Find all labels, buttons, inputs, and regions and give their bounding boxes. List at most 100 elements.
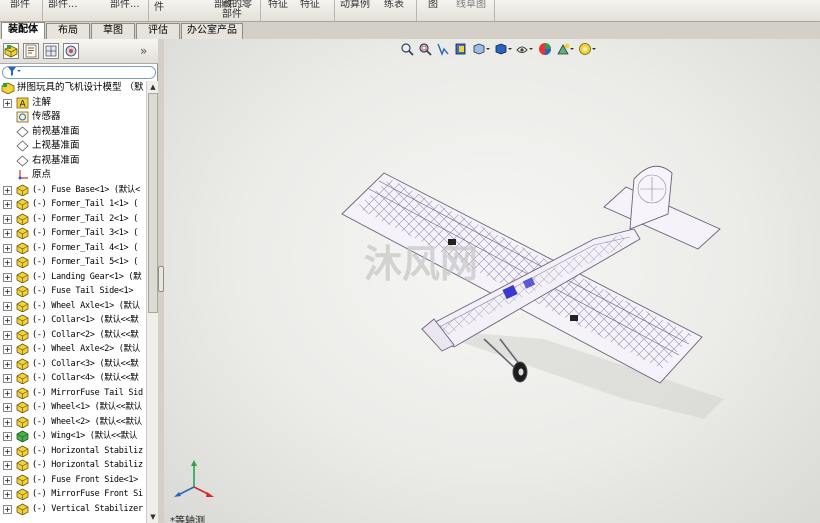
tree-item[interactable]: + A 注解	[0, 96, 146, 111]
tree-item[interactable]: + (-) Wheel Axle<1> (默认	[0, 299, 146, 314]
tree-item[interactable]: + (-) Former_Tail 3<1> (	[0, 226, 146, 241]
tab-evaluate[interactable]: 评估	[136, 23, 180, 39]
assembly-icon	[1, 82, 15, 95]
tree-item[interactable]: + (-) Wing<1> (默认<<默认	[0, 429, 146, 444]
expand-icon[interactable]: +	[3, 301, 12, 311]
tree-item[interactable]: + (-) Collar<2> (默认<<默	[0, 328, 146, 343]
display-manager-tab-icon[interactable]	[63, 43, 79, 59]
tree-item-label: (-) Collar<3> (默认<<默	[32, 358, 139, 369]
scroll-thumb[interactable]	[148, 93, 158, 313]
part-icon	[16, 343, 29, 356]
tree-item-label: (-) Wheel Axle<1> (默认	[32, 300, 140, 311]
expand-icon[interactable]: +	[3, 214, 12, 224]
tree-item-label: (-) Former_Tail 1<1> (	[32, 199, 138, 209]
cmd-item-exploded-view[interactable]: 图	[428, 0, 438, 22]
scroll-down-arrow-icon[interactable]: ▼	[148, 512, 158, 522]
expand-icon[interactable]: +	[3, 461, 12, 470]
tree-root[interactable]: 拼图玩具的飞机设计模型 （默	[0, 81, 146, 96]
tree-item[interactable]: + (-) Landing Gear<1> (默	[0, 270, 146, 285]
expand-icon[interactable]: +	[3, 185, 12, 195]
cmd-item[interactable]: 部件...	[48, 0, 78, 22]
part-icon	[16, 314, 29, 327]
plane-icon	[16, 140, 29, 152]
tree-item-label: (-) Former_Tail 4<1> (	[32, 242, 138, 253]
tree-item[interactable]: + (-) Former_Tail 4<1> (	[0, 241, 146, 256]
expand-icon[interactable]: +	[3, 374, 12, 383]
scroll-up-arrow-icon[interactable]: ▲	[148, 82, 158, 92]
expand-icon[interactable]: +	[3, 229, 12, 238]
cmd-item-hidden-parts[interactable]: 藏的零部件	[222, 0, 256, 22]
part-icon	[16, 474, 29, 486]
tree-item-label: (-) Collar<4> (默认<<默	[32, 373, 139, 383]
expand-icon[interactable]: +	[3, 98, 12, 108]
cmd-item[interactable]: 部件...	[110, 0, 140, 22]
cmd-item[interactable]: 部件	[10, 0, 30, 22]
tree-item[interactable]: + (-) Former_Tail 2<1> (	[0, 212, 146, 227]
feature-manager-tab-icon[interactable]	[3, 43, 19, 59]
separator	[416, 0, 417, 21]
expand-icon[interactable]: +	[3, 432, 12, 441]
tree-item[interactable]: + (-) Fuse Front Side<1>	[0, 473, 146, 488]
expand-icon[interactable]: +	[3, 417, 12, 427]
tree-item[interactable]: 上视基准面	[0, 139, 146, 154]
expand-icon[interactable]: +	[3, 316, 12, 325]
tree-item[interactable]: + (-) MirrorFuse Front Si	[0, 487, 146, 502]
tab-assembly[interactable]: 装配体	[1, 22, 45, 39]
tree-item[interactable]: + (-) Wheel<2> (默认<<默认	[0, 415, 146, 430]
expand-icon[interactable]: +	[3, 345, 12, 354]
tree-vertical-scrollbar[interactable]: ▲ ▼	[146, 81, 158, 523]
cmd-item-explode-line-sketch[interactable]: 线草图	[456, 0, 486, 22]
tree-item[interactable]: + (-) Fuse Base<1> (默认<	[0, 183, 146, 198]
tree-item[interactable]: + (-) Fuse Tail Side<1>	[0, 284, 146, 299]
expand-icon[interactable]: +	[3, 490, 12, 499]
part-icon	[16, 445, 29, 457]
property-manager-tab-icon[interactable]	[23, 43, 39, 59]
command-manager: 部件 部件... 部件... 件 部件... 藏的零部件 特征 特征 动算例 练…	[0, 0, 820, 22]
expand-icon[interactable]: +	[3, 504, 12, 514]
tree-item[interactable]: + (-) Former_Tail 1<1> (	[0, 197, 146, 212]
cmd-item-motion-study[interactable]: 动算例	[340, 0, 370, 22]
tree-item-label: (-) Horizontal Stabiliz	[32, 445, 143, 456]
tree-item[interactable]: + (-) Wheel Axle<2> (默认	[0, 342, 146, 357]
cmd-item[interactable]: 特征	[268, 0, 288, 22]
tab-office-products[interactable]: 办公室产品	[181, 23, 243, 39]
feature-filter-input[interactable]	[2, 66, 156, 79]
expand-icon[interactable]: +	[3, 200, 12, 209]
collapse-panel-button[interactable]: »	[140, 44, 147, 58]
expand-icon[interactable]: +	[3, 475, 12, 485]
tree-item[interactable]: + (-) Vertical Stabilizer	[0, 502, 146, 517]
tree-item[interactable]: 原点	[0, 168, 146, 183]
tree-item[interactable]: + (-) Wheel<1> (默认<<默认	[0, 400, 146, 415]
tree-item[interactable]: + (-) Horizontal Stabiliz	[0, 444, 146, 459]
tree-item[interactable]: + (-) MirrorFuse Tail Sid	[0, 386, 146, 401]
filter-icon[interactable]	[7, 66, 21, 80]
part-icon	[16, 401, 29, 414]
expand-icon[interactable]: +	[3, 403, 12, 412]
tree-item[interactable]: + (-) Collar<3> (默认<<默	[0, 357, 146, 372]
expand-icon[interactable]: +	[3, 359, 12, 369]
tree-item[interactable]: + (-) Horizontal Stabiliz	[0, 458, 146, 473]
tree-item[interactable]: 前视基准面	[0, 125, 146, 140]
tree-item[interactable]: + (-) Former_Tail 5<1> (	[0, 255, 146, 270]
expand-icon[interactable]: +	[3, 388, 12, 398]
cmd-item-bom[interactable]: 练表	[384, 0, 404, 22]
graphics-area[interactable]: 沐风网 *等轴测	[164, 39, 820, 523]
configuration-manager-tab-icon[interactable]	[43, 43, 59, 59]
tree-item[interactable]: + (-) Collar<1> (默认<<默	[0, 313, 146, 328]
expand-icon[interactable]: +	[3, 330, 12, 340]
expand-icon[interactable]: +	[3, 272, 12, 282]
expand-icon[interactable]: +	[3, 243, 12, 253]
expand-icon[interactable]: +	[3, 258, 12, 267]
airplane-model[interactable]: 沐风网	[164, 39, 820, 523]
expand-icon[interactable]: +	[3, 287, 12, 296]
part-icon	[16, 430, 29, 443]
tree-item[interactable]: 右视基准面	[0, 154, 146, 169]
feature-manager-panel: » 拼图玩具的飞机设计模型 （默 + A 注解 传感器 前视基准面 上视基准面 右视基准面原…	[0, 39, 158, 523]
tab-layout[interactable]: 布局	[46, 23, 90, 39]
tab-sketch[interactable]: 草图	[91, 23, 135, 39]
expand-icon[interactable]: +	[3, 446, 12, 456]
tree-item[interactable]: + (-) Collar<4> (默认<<默	[0, 371, 146, 386]
feature-tree: 拼图玩具的飞机设计模型 （默 + A 注解 传感器 前视基准面 上视基准面 右视基准面 原点 +…	[0, 81, 146, 523]
tree-item[interactable]: 传感器	[0, 110, 146, 125]
cmd-item[interactable]: 特征	[300, 0, 320, 22]
